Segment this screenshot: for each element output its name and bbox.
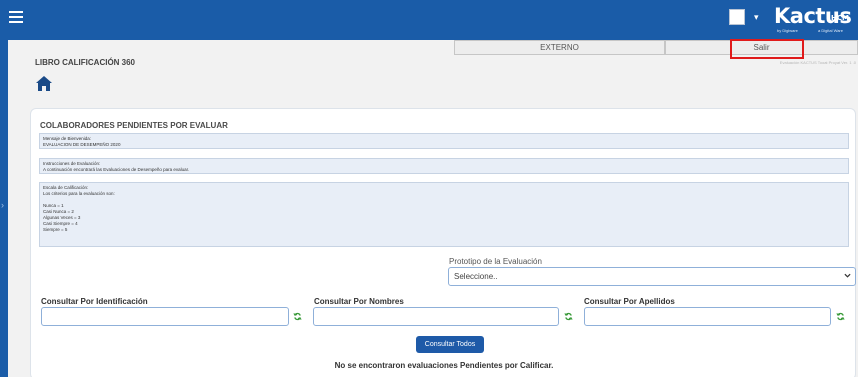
logo-suffix: HCM [831, 14, 849, 22]
instructions-text: A continuación encontrará las Evaluacion… [43, 167, 190, 172]
no-results-message: No se encontraron evaluaciones Pendiente… [334, 361, 554, 370]
section-title: COLABORADORES PENDIENTES POR EVALUAR [40, 121, 228, 130]
left-sidebar-strip: › [0, 40, 8, 377]
scale-item: Siempre = 5 [43, 227, 68, 232]
prototype-label: Prototipo de la Evaluación [449, 257, 542, 266]
kactus-logo: Kactus HCM by Digiware a Digital Ware [774, 4, 852, 34]
refresh-icon[interactable] [836, 312, 845, 321]
rating-scale-box: Escala de Calificación: Los criterios pa… [39, 182, 849, 247]
query-surnames-label: Consultar Por Apellidos [584, 297, 675, 306]
query-names-label: Consultar Por Nombres [314, 297, 404, 306]
salir-highlight-box [730, 39, 804, 59]
welcome-message-box: Mensaje de Bienvenida: EVALUACION DE DES… [39, 133, 849, 149]
logo-tagline-left: by Digiware [777, 28, 798, 33]
instructions-box: Instrucciones de Evaluación: A continuac… [39, 158, 849, 174]
chevron-down-icon [844, 273, 851, 278]
logo-tagline-right: a Digital Ware [818, 28, 843, 33]
user-avatar[interactable] [729, 9, 745, 25]
refresh-icon[interactable] [293, 312, 302, 321]
prototype-select[interactable]: Seleccione.. [448, 267, 856, 286]
hamburger-menu-icon[interactable] [9, 11, 23, 23]
prototype-selected-value: Seleccione.. [454, 272, 498, 281]
version-label: Evaluación KACTUS Tooat Proyat Ver. 1 .0 [779, 60, 856, 65]
user-menu-caret-icon[interactable]: ▾ [754, 12, 759, 23]
query-id-input[interactable] [41, 307, 289, 326]
top-bar: ▾ Kactus HCM by Digiware a Digital Ware [0, 0, 858, 40]
tab-externo[interactable]: EXTERNO [454, 40, 665, 55]
refresh-icon[interactable] [564, 312, 573, 321]
welcome-text: EVALUACION DE DESEMPEÑO 2020 [43, 142, 121, 147]
main-content: EXTERNO Salir LIBRO CALIFICACIÓN 360 Eva… [8, 39, 858, 377]
evaluation-panel: COLABORADORES PENDIENTES POR EVALUAR Men… [30, 108, 856, 377]
home-icon[interactable] [35, 75, 53, 92]
query-surnames-input[interactable] [584, 307, 831, 326]
page-title: LIBRO CALIFICACIÓN 360 [35, 58, 136, 67]
query-id-label: Consultar Por Identificación [41, 297, 148, 306]
query-names-input[interactable] [313, 307, 559, 326]
sidebar-collapse-chevron-icon[interactable]: › [1, 200, 4, 210]
consult-all-button[interactable]: Consultar Todos [416, 336, 484, 353]
